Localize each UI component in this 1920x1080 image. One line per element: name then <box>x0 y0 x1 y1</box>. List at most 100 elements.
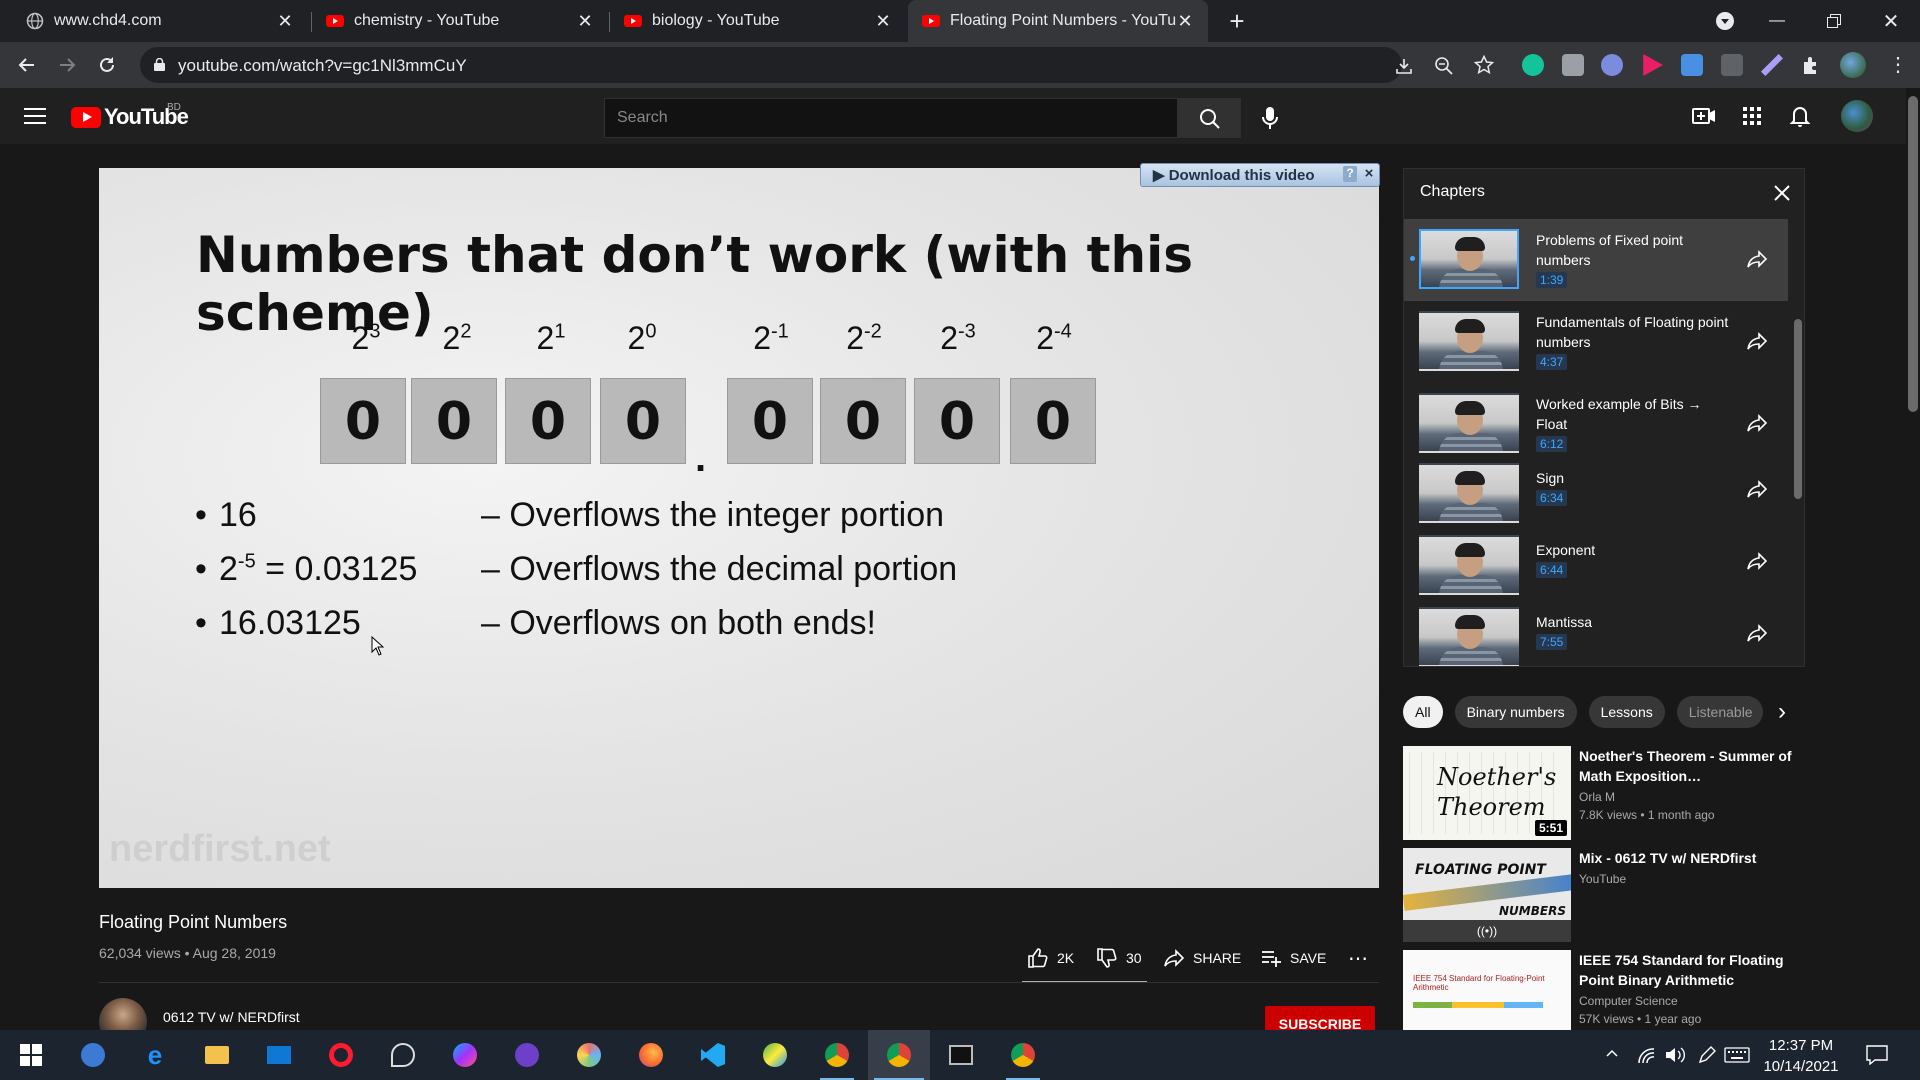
close-tab-icon[interactable]: ✕ <box>276 11 294 32</box>
grammarly-extension-icon[interactable] <box>1522 54 1544 76</box>
keyboard-icon[interactable] <box>1724 1047 1750 1063</box>
chip-all[interactable]: All <box>1403 696 1443 728</box>
share-arrow-icon[interactable] <box>1746 623 1768 643</box>
notifications-bell-icon[interactable] <box>1786 102 1814 130</box>
share-arrow-icon[interactable] <box>1746 331 1768 351</box>
chapter-item[interactable]: Worked example of Bits → Float 6:12 <box>1404 383 1788 465</box>
chip-binary-numbers[interactable]: Binary numbers <box>1454 696 1577 728</box>
reload-button[interactable] <box>92 50 122 80</box>
start-button[interactable] <box>0 1030 62 1080</box>
create-video-icon[interactable] <box>1690 102 1718 130</box>
close-tab-icon[interactable]: ✕ <box>576 11 594 32</box>
chapter-item[interactable]: Sign 6:34 <box>1404 457 1788 531</box>
related-video-channel[interactable]: Orla M <box>1579 790 1799 804</box>
chapter-timestamp[interactable]: 6:34 <box>1536 490 1568 506</box>
chapter-timestamp[interactable]: 7:55 <box>1536 634 1568 650</box>
channel-name[interactable]: 0612 TV w/ NERDfirst <box>163 1009 300 1025</box>
volume-icon[interactable] <box>1664 1045 1686 1065</box>
chapter-item[interactable]: Problems of Fixed point numbers 1:39 <box>1404 219 1788 301</box>
page-scrollbar-thumb[interactable] <box>1908 96 1918 412</box>
video-thumbnail[interactable]: FLOATING POINT NUMBERS ((•)) <box>1403 848 1571 942</box>
taskbar-mail[interactable] <box>248 1030 310 1080</box>
voice-search-button[interactable] <box>1250 98 1290 138</box>
tray-chevron-up-icon[interactable] <box>1604 1045 1626 1065</box>
camera-extension-icon[interactable] <box>1562 54 1584 76</box>
account-avatar[interactable] <box>1841 100 1873 132</box>
search-field[interactable] <box>604 98 1178 138</box>
search-input[interactable] <box>605 99 1177 137</box>
browser-menu-icon[interactable]: ⋮ <box>1888 54 1908 76</box>
related-video-title[interactable]: Mix - 0612 TV w/ NERDfirst <box>1579 848 1799 868</box>
taskbar-file-explorer[interactable] <box>186 1030 248 1080</box>
more-actions-button[interactable]: ⋯ <box>1348 943 1368 973</box>
browser-tab-chemistry[interactable]: chemistry - YouTube ✕ <box>312 0 608 42</box>
chapter-timestamp[interactable]: 4:37 <box>1536 354 1568 370</box>
taskbar-qbittorrent[interactable] <box>62 1030 124 1080</box>
close-window-button[interactable]: ✕ <box>1870 0 1912 42</box>
taskbar-satellite-app[interactable] <box>372 1030 434 1080</box>
related-video-channel[interactable]: YouTube <box>1579 872 1799 886</box>
taskbar-opera[interactable] <box>310 1030 372 1080</box>
related-video[interactable]: Noether's Theorem 5:51 Noether's Theorem… <box>1403 746 1803 840</box>
taskbar-messenger[interactable] <box>434 1030 496 1080</box>
share-button[interactable]: SHARE <box>1163 943 1241 973</box>
taskbar-github-desktop[interactable] <box>496 1030 558 1080</box>
bookmark-star-icon[interactable] <box>1474 55 1494 75</box>
related-video[interactable]: IEEE 754 Standard for Floating-Point Ari… <box>1403 950 1803 1030</box>
taskbar-edge[interactable]: e <box>124 1030 186 1080</box>
video-thumbnail[interactable]: Noether's Theorem 5:51 <box>1403 746 1571 840</box>
taskbar-globe-app[interactable] <box>744 1030 806 1080</box>
chapter-timestamp[interactable]: 6:44 <box>1536 562 1568 578</box>
minimize-button[interactable]: — <box>1756 0 1798 42</box>
profile-avatar[interactable] <box>1840 52 1866 78</box>
tab-search-button[interactable] <box>1710 0 1740 42</box>
restore-button[interactable] <box>1813 0 1855 42</box>
zoom-icon[interactable] <box>1434 56 1454 76</box>
download-help-button[interactable]: ? <box>1343 166 1357 182</box>
screen-extension-icon[interactable] <box>1721 54 1743 76</box>
share-arrow-icon[interactable] <box>1746 551 1768 571</box>
play-extension-icon[interactable] <box>1643 54 1663 76</box>
forward-button[interactable] <box>52 50 82 80</box>
chapter-item[interactable]: Fundamentals of Floating point numbers 4… <box>1404 301 1788 383</box>
browser-tab-biology[interactable]: biology - YouTube ✕ <box>610 0 906 42</box>
downloader-extension-icon[interactable] <box>1681 54 1703 76</box>
taskbar-vscode[interactable] <box>682 1030 744 1080</box>
save-button[interactable]: SAVE <box>1260 943 1326 973</box>
apps-grid-icon[interactable] <box>1738 102 1766 130</box>
back-button[interactable] <box>12 50 42 80</box>
taskbar-chrome-active[interactable] <box>868 1030 930 1080</box>
youtube-logo[interactable]: YouTube BD <box>71 102 189 130</box>
wand-extension-icon[interactable] <box>1761 54 1783 76</box>
address-bar[interactable]: youtube.com/watch?v=gc1Nl3mmCuY <box>140 47 1494 83</box>
browser-tab-chd4[interactable]: www.chd4.com ✕ <box>12 0 308 42</box>
related-video-title[interactable]: Noether's Theorem - Summer of Math Expos… <box>1579 746 1799 786</box>
close-tab-icon[interactable]: ✕ <box>1176 11 1194 32</box>
dislike-button[interactable]: 30 <box>1096 943 1142 973</box>
extensions-puzzle-icon[interactable] <box>1800 54 1822 76</box>
chapter-timestamp[interactable]: 6:12 <box>1536 436 1568 452</box>
taskbar-chrome[interactable] <box>806 1030 868 1080</box>
vpn-extension-icon[interactable] <box>1601 54 1623 76</box>
browser-tab-floating-point[interactable]: Floating Point Numbers - YouTub ✕ <box>908 0 1208 42</box>
system-clock[interactable]: 12:37 PM 10/14/2021 <box>1756 1035 1846 1077</box>
new-tab-button[interactable]: + <box>1222 6 1252 36</box>
taskbar-firefox[interactable] <box>620 1030 682 1080</box>
share-arrow-icon[interactable] <box>1746 413 1768 433</box>
share-arrow-icon[interactable] <box>1746 249 1768 269</box>
chip-lessons[interactable]: Lessons <box>1588 696 1665 728</box>
menu-icon[interactable] <box>24 108 46 129</box>
share-arrow-icon[interactable] <box>1746 479 1768 499</box>
related-video[interactable]: FLOATING POINT NUMBERS ((•)) Mix - 0612 … <box>1403 848 1803 942</box>
search-button[interactable] <box>1177 98 1241 138</box>
chapter-timestamp[interactable]: 1:39 <box>1536 272 1568 288</box>
close-icon[interactable] <box>1772 183 1792 203</box>
chapters-scrollbar[interactable] <box>1794 319 1802 499</box>
close-tab-icon[interactable]: ✕ <box>874 11 892 32</box>
like-button[interactable]: 2K <box>1027 943 1074 973</box>
install-app-icon[interactable] <box>1394 56 1414 76</box>
taskbar-terminal[interactable] <box>930 1030 992 1080</box>
video-thumbnail[interactable]: IEEE 754 Standard for Floating-Point Ari… <box>1403 950 1571 1030</box>
page-scrollbar[interactable] <box>1906 88 1920 1030</box>
taskbar-weather-app[interactable] <box>558 1030 620 1080</box>
